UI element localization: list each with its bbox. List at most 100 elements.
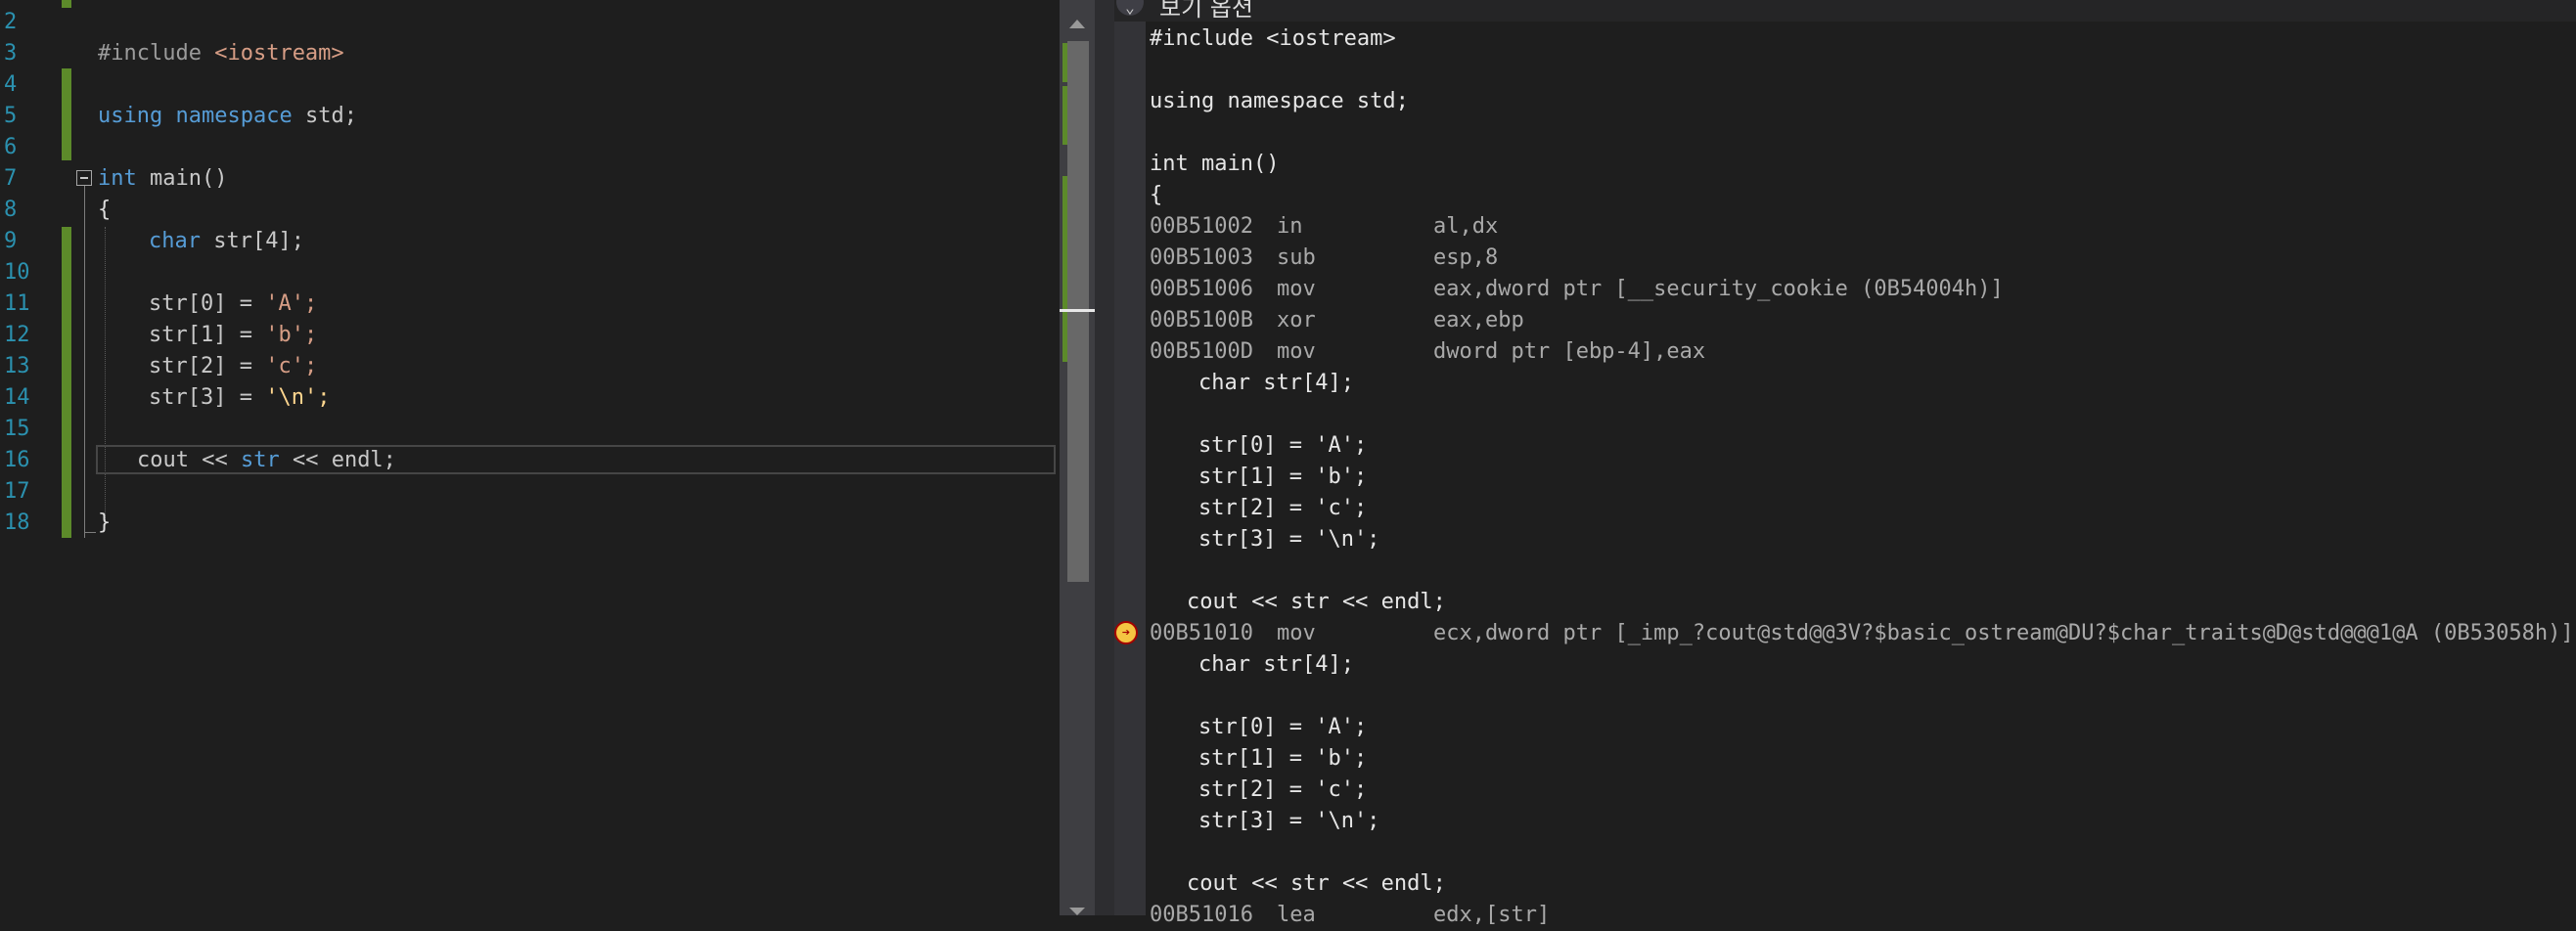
- source-line[interactable]: using namespace std;: [1150, 86, 1409, 117]
- source-line[interactable]: str[0] = 'A';: [1198, 712, 1367, 743]
- source-line[interactable]: {: [1150, 180, 1162, 211]
- source-line[interactable]: char str[4];: [1198, 649, 1354, 681]
- instruction-address: 00B51003: [1150, 245, 1253, 270]
- instruction-mnemonic: lea: [1277, 903, 1316, 927]
- source-line[interactable]: str[3] = '\n';: [1198, 806, 1379, 837]
- code-line-12[interactable]: str[1] = 'b';: [149, 320, 317, 351]
- overview-change-mark: [1062, 43, 1067, 82]
- source-line[interactable]: str[0] = 'A';: [1198, 430, 1367, 462]
- code-editor[interactable]: 2 3 4 5 6 7 8 9 10 11 12 13 14 15 16 17 18 #include <ios…: [0, 0, 1060, 915]
- instruction-address: 00B51010: [1150, 621, 1253, 645]
- instruction-address: 00B51006: [1150, 277, 1253, 301]
- line-number: 13: [4, 354, 30, 378]
- assign-target: str[3] =: [149, 385, 266, 410]
- code-line-3[interactable]: #include <iostream>: [98, 38, 344, 69]
- instruction-address: 00B5100D: [1150, 339, 1253, 364]
- chevron-down-icon[interactable]: ⌄: [1116, 0, 1144, 17]
- overview-caret-marker: [1060, 309, 1095, 312]
- instruction-line[interactable]: 00B51003 sub esp,8: [1150, 243, 1498, 274]
- code-line-16[interactable]: cout << str << endl;: [137, 445, 396, 476]
- char-keyword: char: [149, 229, 201, 253]
- line-number: 5: [4, 104, 18, 128]
- char-literal: '\n';: [265, 385, 331, 410]
- include-file: <iostream>: [214, 41, 344, 66]
- line-number: 17: [4, 479, 30, 504]
- disassembly-window[interactable]: ⌄ 보기 옵션 #include <iostream> using namespa…: [1114, 0, 2576, 927]
- cout-stream: cout <<: [137, 448, 241, 472]
- scroll-down-arrow-icon[interactable]: [1069, 908, 1085, 915]
- source-line[interactable]: int main(): [1150, 149, 1279, 180]
- change-indicator-bar: [62, 227, 71, 538]
- source-line[interactable]: str[2] = 'c';: [1198, 775, 1367, 806]
- line-number: 12: [4, 323, 30, 347]
- instruction-mnemonic: xor: [1277, 308, 1316, 332]
- line-number: 16: [4, 448, 30, 472]
- indent-guide: [105, 227, 107, 520]
- int-keyword: int: [98, 166, 137, 191]
- source-line[interactable]: cout << str << endl;: [1187, 587, 1446, 618]
- instruction-mnemonic: mov: [1277, 339, 1316, 364]
- vertical-scrollbar[interactable]: [1060, 0, 1095, 915]
- instruction-operands: ecx,dword ptr [_imp_?cout@std@@3V?$basic…: [1433, 621, 2574, 645]
- current-instruction-arrow-icon[interactable]: ➔: [1114, 621, 1138, 644]
- code-line-5[interactable]: using namespace std;: [98, 101, 357, 132]
- instruction-operands: edx,[str]: [1433, 903, 1551, 927]
- source-line[interactable]: str[3] = '\n';: [1198, 524, 1379, 555]
- open-brace: {: [98, 198, 112, 222]
- code-line-14[interactable]: str[3] = '\n';: [149, 382, 330, 414]
- str-variable: str: [240, 448, 280, 472]
- line-number: 9: [4, 229, 18, 253]
- code-line-7[interactable]: int main(): [98, 163, 227, 195]
- change-indicator-bar: [62, 0, 71, 8]
- assign-target: str[1] =: [149, 323, 266, 347]
- instruction-address: 00B51002: [1150, 214, 1253, 239]
- overview-change-mark: [1062, 86, 1067, 145]
- endl-stream: << endl;: [279, 448, 396, 472]
- include-directive: #include: [98, 41, 202, 66]
- code-line-18[interactable]: }: [98, 508, 111, 539]
- code-line-11[interactable]: str[0] = 'A';: [149, 288, 317, 320]
- collapse-toggle-icon[interactable]: [76, 170, 92, 186]
- source-line[interactable]: #include <iostream>: [1150, 23, 1396, 55]
- scroll-up-arrow-icon[interactable]: [1069, 20, 1085, 28]
- disassembly-indicator-margin[interactable]: [1114, 22, 1146, 915]
- source-line[interactable]: str[2] = 'c';: [1198, 493, 1367, 524]
- assign-target: str[0] =: [149, 291, 266, 316]
- instruction-line[interactable]: 00B5100D mov dword ptr [ebp-4],eax: [1150, 336, 1705, 368]
- namespace-keyword: namespace: [175, 104, 293, 128]
- code-line-9[interactable]: char str[4];: [149, 226, 304, 257]
- instruction-operands: eax,ebp: [1433, 308, 1524, 332]
- instruction-line[interactable]: 00B51002 in al,dx: [1150, 211, 1498, 243]
- close-brace: }: [98, 510, 112, 535]
- instruction-line[interactable]: 00B5100B xor eax,ebp: [1150, 305, 1524, 336]
- current-instruction-line[interactable]: 00B51010 mov ecx,dword ptr [_imp_?cout@std…: [1150, 618, 2574, 649]
- code-line-8[interactable]: {: [98, 195, 111, 226]
- char-literal: 'c';: [265, 354, 318, 378]
- line-number: 15: [4, 417, 30, 441]
- view-options-label[interactable]: 보기 옵션: [1159, 0, 1253, 22]
- instruction-line[interactable]: 00B51006 mov eax,dword ptr [__security_coo…: [1150, 274, 2004, 305]
- instruction-line[interactable]: 00B51016 lea edx,[str]: [1150, 900, 1550, 931]
- char-literal: 'A';: [265, 291, 318, 316]
- source-line[interactable]: cout << str << endl;: [1187, 868, 1446, 900]
- line-number: 8: [4, 198, 18, 222]
- main-signature: main(): [150, 166, 228, 191]
- line-number: 6: [4, 135, 18, 159]
- fold-outline-line: [84, 186, 85, 538]
- instruction-mnemonic: mov: [1277, 621, 1316, 645]
- source-line[interactable]: str[1] = 'b';: [1198, 462, 1367, 493]
- line-number: 3: [4, 41, 18, 66]
- char-declaration: str[4];: [213, 229, 304, 253]
- line-number: 10: [4, 260, 30, 285]
- source-line[interactable]: char str[4];: [1198, 368, 1354, 399]
- line-number: 2: [4, 10, 18, 34]
- std-identifier: std;: [304, 104, 357, 128]
- source-line[interactable]: str[1] = 'b';: [1198, 743, 1367, 775]
- instruction-operands: dword ptr [ebp-4],eax: [1433, 339, 1706, 364]
- instruction-operands: al,dx: [1433, 214, 1499, 239]
- instruction-mnemonic: mov: [1277, 277, 1316, 301]
- pane-splitter[interactable]: [1095, 0, 1114, 915]
- instruction-operands: esp,8: [1433, 245, 1499, 270]
- code-line-13[interactable]: str[2] = 'c';: [149, 351, 317, 382]
- instruction-operands: eax,dword ptr [__security_cookie (0B5400…: [1433, 277, 2004, 301]
